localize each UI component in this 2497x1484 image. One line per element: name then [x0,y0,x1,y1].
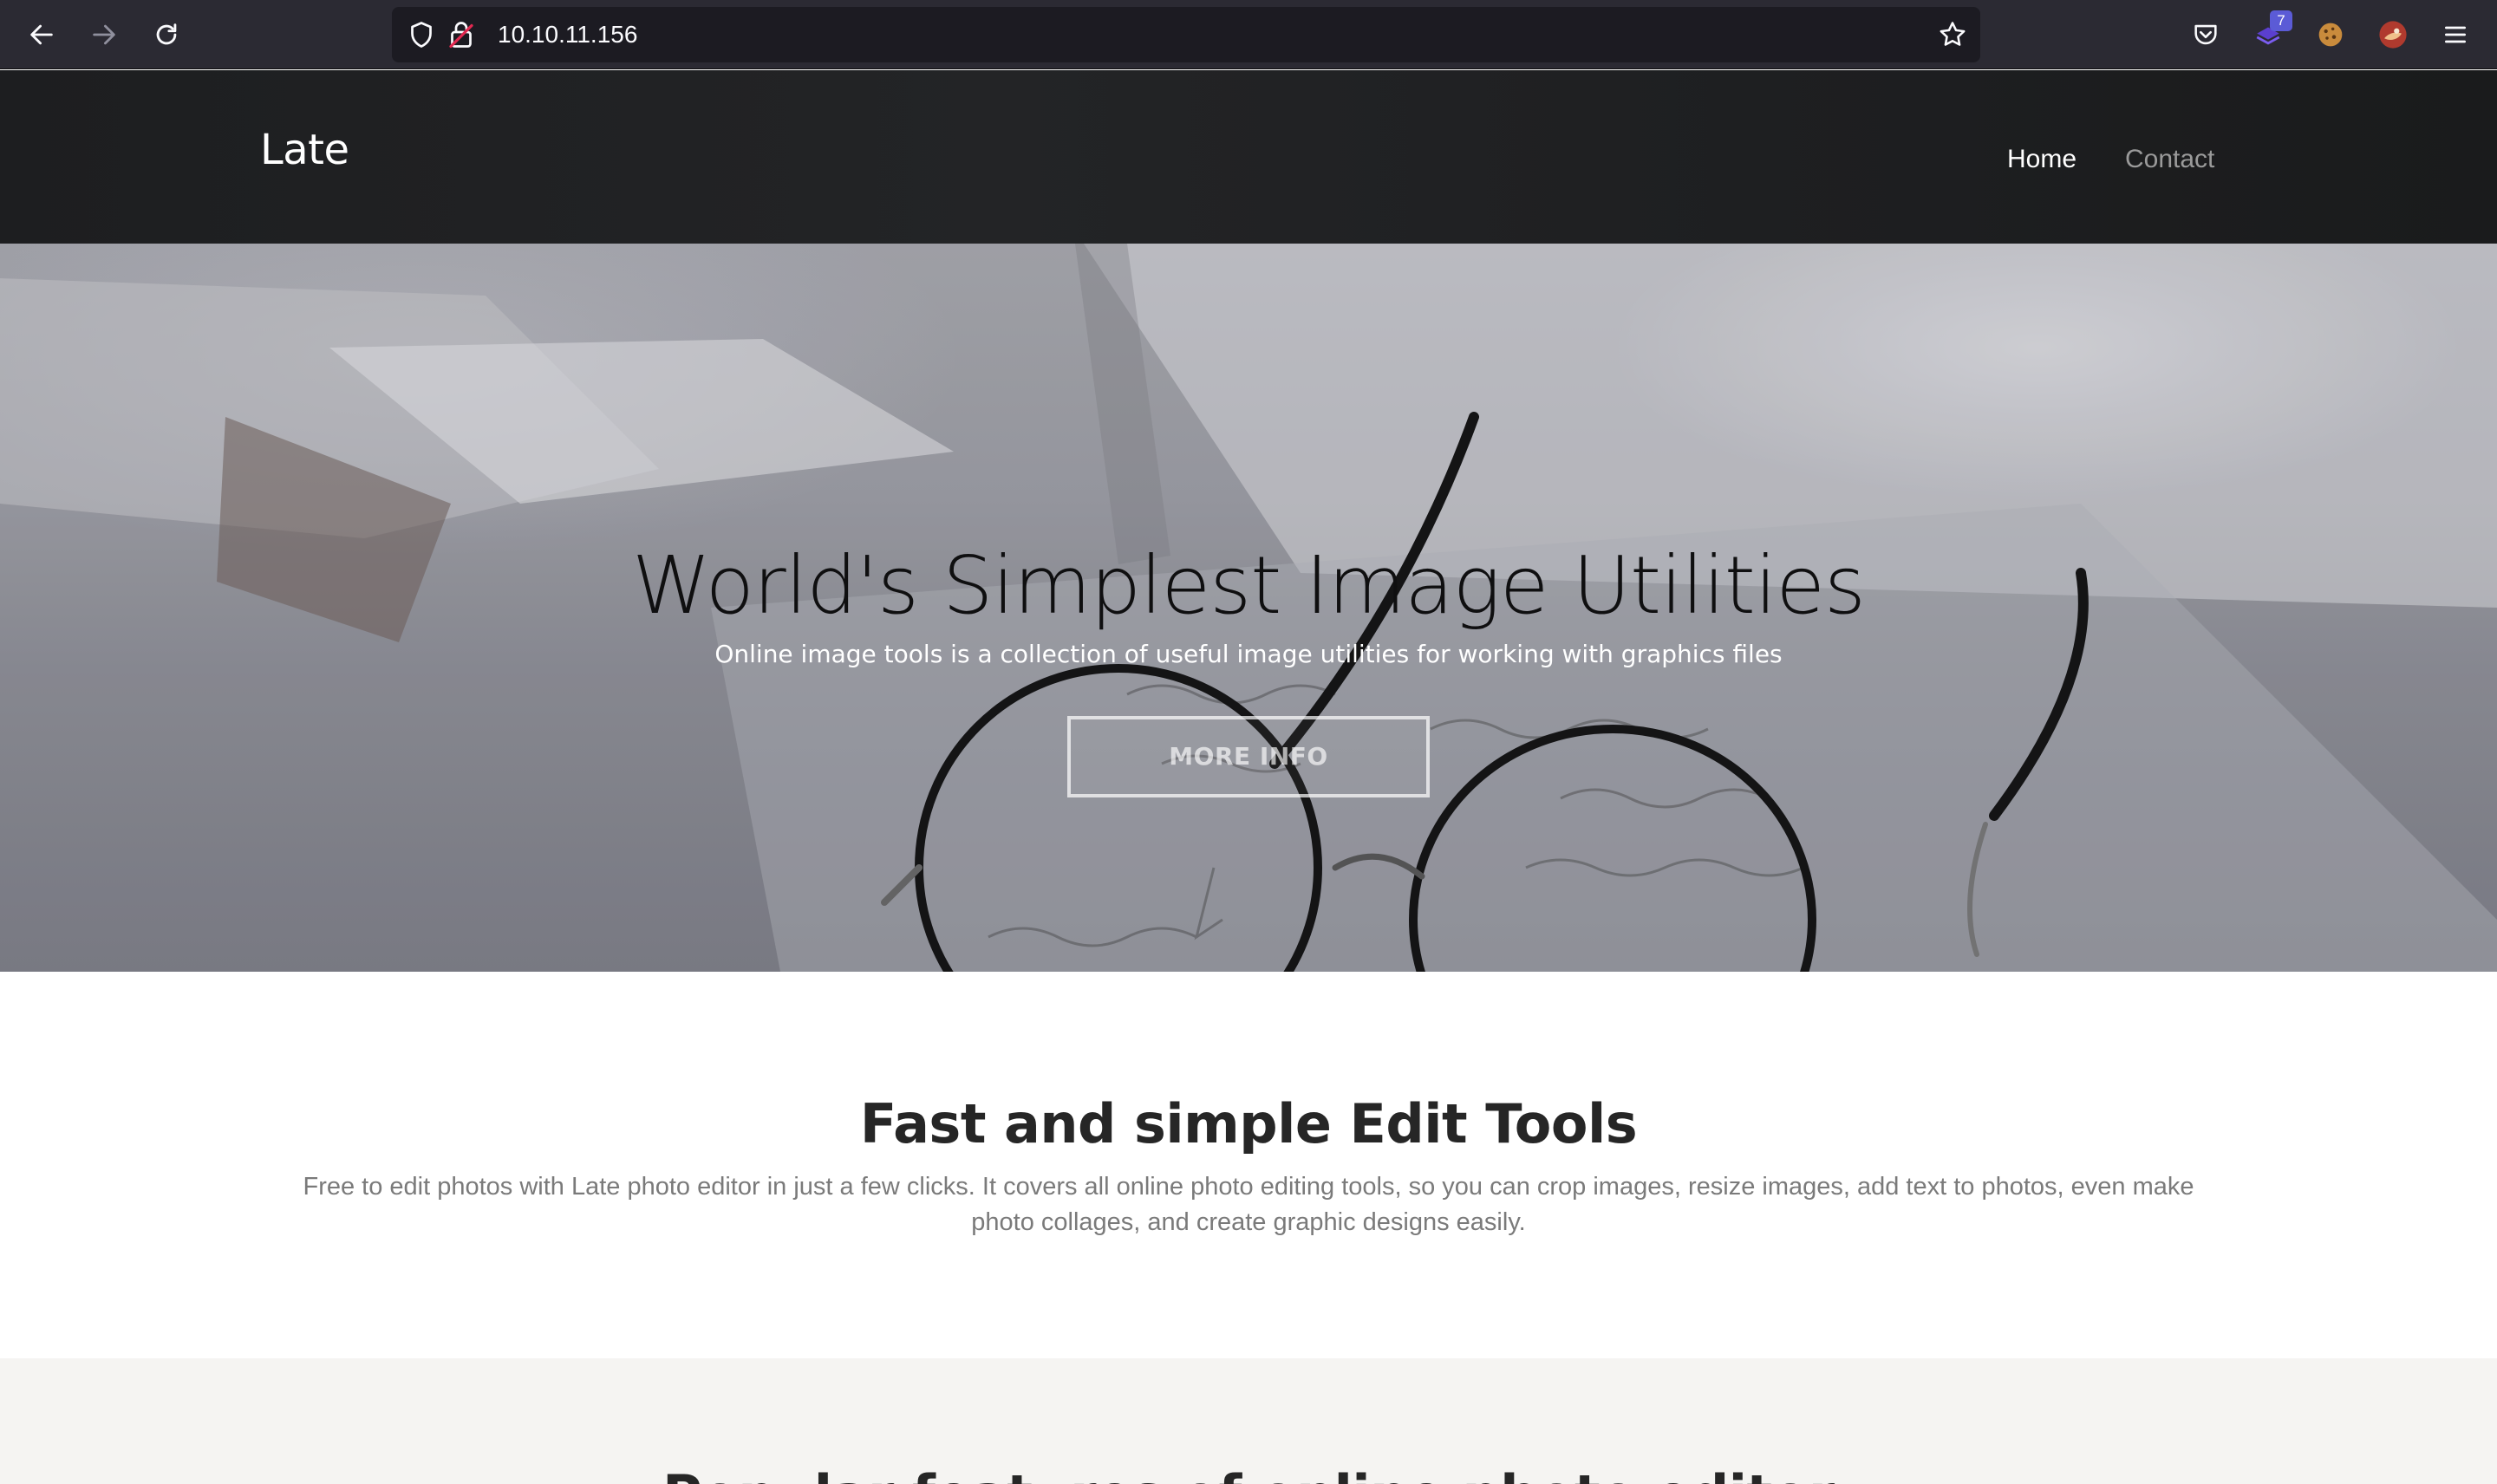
back-icon [30,24,53,45]
pocket-button[interactable] [2188,17,2223,52]
nav-home-link[interactable]: Home [2007,145,2076,174]
popular-section: Popular features of online photo editor [0,1358,2497,1484]
reload-icon [156,23,177,45]
pocket-icon [2194,24,2217,45]
address-bar[interactable]: 10.10.11.156 [392,7,1980,62]
browser-toolbar: 10.10.11.156 7 [0,0,2497,69]
features-section: Fast and simple Edit Tools Free to edit … [0,972,2497,1358]
menu-icon [2445,26,2466,43]
hero-subtitle: Online image tools is a collection of us… [714,640,1783,668]
reload-button[interactable] [146,14,187,55]
lock-icon[interactable] [446,19,477,50]
site-logo[interactable]: Late [260,126,349,174]
extension-badge: 7 [2270,10,2292,31]
hero-title: World's Simplest Image Utilities [632,539,1866,632]
forward-icon [93,24,115,45]
forward-button[interactable] [83,14,125,55]
shield-icon[interactable] [406,19,437,50]
extension-button[interactable]: 7 [2251,10,2292,52]
nav-contact-link[interactable]: Contact [2125,145,2214,174]
popular-title: Popular features of online photo editor [0,1461,2497,1484]
back-button[interactable] [21,14,62,55]
site-header: Late Home Contact [0,70,2497,244]
features-title: Fast and simple Edit Tools [859,1092,1638,1155]
profile-button[interactable] [2376,17,2410,52]
app-menu-button[interactable] [2438,17,2473,52]
more-info-button[interactable]: MORE INFO [1067,716,1430,797]
avatar-icon [2379,21,2407,49]
url-text[interactable]: 10.10.11.156 [498,19,637,50]
hero-section: World's Simplest Image Utilities Online … [0,244,2497,972]
cookie-button[interactable] [2313,17,2348,52]
star-icon[interactable] [1937,19,1968,50]
cookie-icon [2318,23,2343,47]
features-description: Free to edit photos with Late photo edit… [303,1173,2194,1236]
